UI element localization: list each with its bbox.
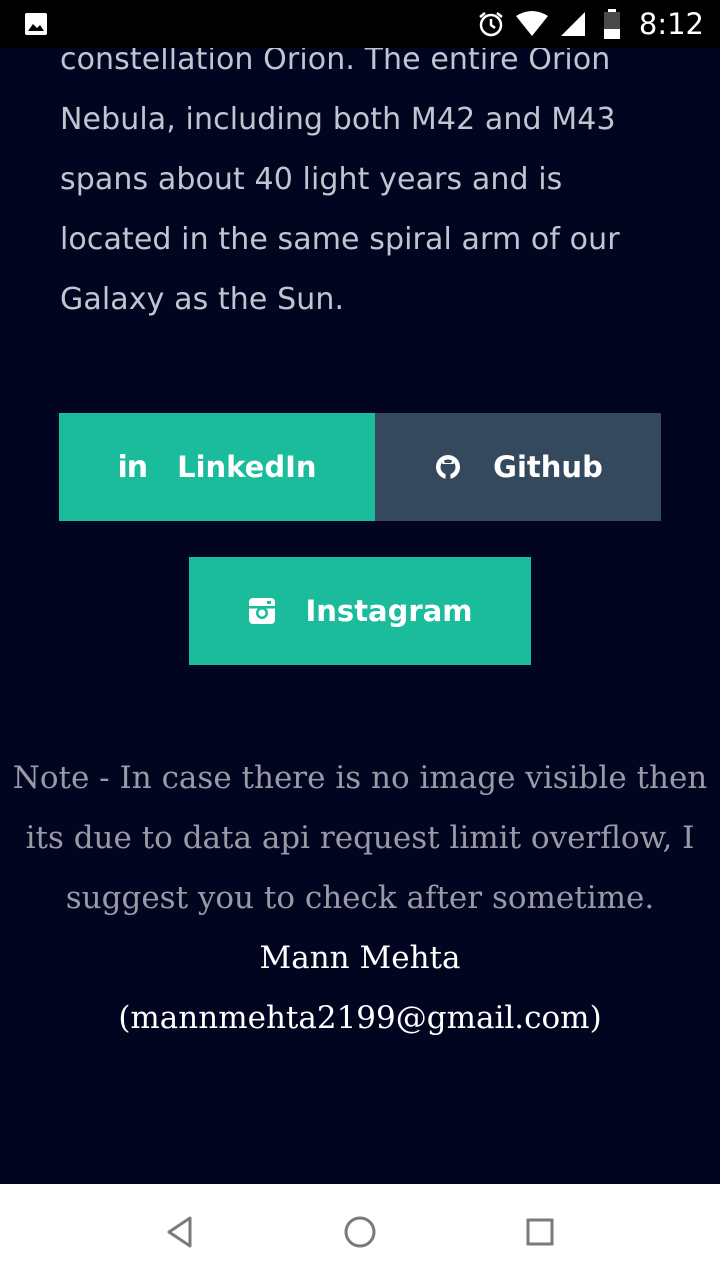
instagram-label: Instagram	[305, 594, 473, 628]
article-line: spans about 40 light years and is	[60, 162, 563, 197]
status-icons: 8:12	[467, 0, 704, 48]
home-button[interactable]	[336, 1208, 384, 1256]
author-email: (mannmehta2199@gmail.com)	[118, 1000, 602, 1036]
clock-text: 8:12	[638, 7, 704, 41]
home-icon	[344, 1216, 376, 1248]
linkedin-button[interactable]: in LinkedIn	[59, 413, 375, 521]
recents-icon	[526, 1218, 554, 1246]
article-line: Nebula, including both M42 and M43	[60, 102, 616, 137]
page-content: constellation Orion. The entire Orion Ne…	[0, 48, 720, 1184]
navigation-bar	[0, 1184, 720, 1280]
article-line: located in the same spiral arm of our	[60, 222, 620, 257]
github-label: Github	[493, 450, 603, 484]
author-name: Mann Mehta	[259, 940, 461, 976]
linkedin-label: LinkedIn	[177, 450, 317, 484]
linkedin-icon: in	[117, 449, 148, 485]
github-icon	[433, 452, 463, 482]
signal-icon	[560, 12, 585, 36]
article-line: Galaxy as the Sun.	[60, 282, 345, 317]
note-line: its due to data api request limit overfl…	[25, 820, 695, 856]
alarm-icon	[479, 12, 503, 37]
note-line: suggest you to check after sometime.	[65, 880, 655, 916]
back-icon	[167, 1216, 192, 1248]
article-text: constellation Orion. The entire Orion Ne…	[60, 48, 670, 330]
status-bar: 8:12	[0, 0, 720, 48]
recents-button[interactable]	[516, 1208, 564, 1256]
app-screen: 8:12 constellation Orion. The entire Ori…	[0, 0, 720, 1280]
footer-note: Note - In case there is no image visible…	[0, 748, 720, 928]
github-button[interactable]: Github	[375, 413, 661, 521]
battery-icon	[603, 9, 620, 39]
instagram-button[interactable]: Instagram	[189, 557, 531, 665]
note-line: Note - In case there is no image visible…	[12, 760, 708, 796]
instagram-icon	[248, 597, 276, 625]
wifi-icon	[515, 11, 548, 36]
back-button[interactable]	[156, 1208, 204, 1256]
gallery-icon	[25, 13, 47, 35]
article-line: constellation Orion. The entire Orion	[60, 48, 611, 77]
